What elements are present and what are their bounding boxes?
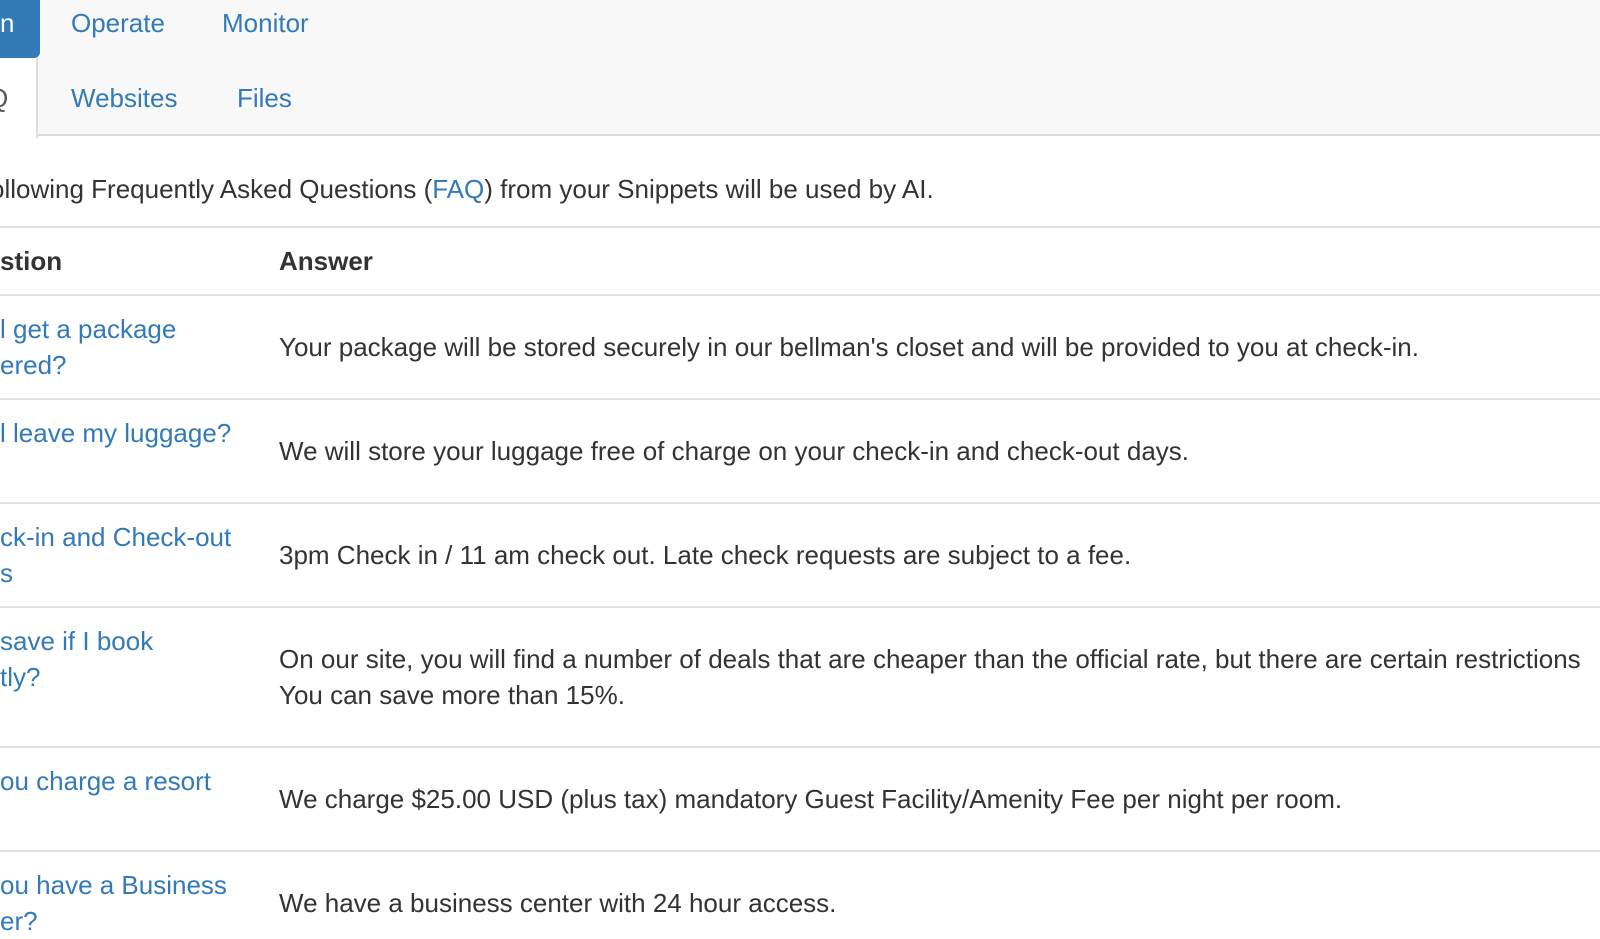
subtab-faq-label: Q [0,58,8,138]
answer-line: We charge $25.00 USD (plus tax) mandator… [279,784,1343,814]
header-divider [0,294,1600,296]
row-divider [0,746,1600,748]
faq-answer: 3pm Check in / 11 am check out. Late che… [279,537,1131,573]
nav-pill-label: n [0,8,15,38]
answer-line: 3pm Check in / 11 am check out. Late che… [279,540,1132,570]
intro-suffix: ) from your Snippets will be used by AI. [484,174,934,204]
row-divider [0,850,1600,852]
answer-line: Your package will be stored securely in … [279,332,1419,362]
faq-question-link[interactable]: ck-in and Check-out s [0,519,231,591]
question-line: er? [0,906,38,936]
answer-line: On our site, you will find a number of d… [279,644,1581,674]
subtab-faq-active[interactable]: Q [0,58,38,138]
intro-prefix: ollowing Frequently Asked Questions ( [0,174,433,204]
top-navigation: n Operate Monitor Q Websites Files [0,0,1600,138]
question-line: tly? [0,662,41,692]
nav-monitor[interactable]: Monitor [222,8,309,39]
faq-answer: Your package will be stored securely in … [279,329,1419,365]
question-line: s [0,558,13,588]
faq-answer: We have a business center with 24 hour a… [279,885,836,921]
header-question: stion [0,246,63,276]
faq-question-link[interactable]: l get a package ered? [0,311,176,383]
answer-line: We will store your luggage free of charg… [279,436,1189,466]
question-line: ou charge a resort [0,766,212,796]
question-line: l get a package [0,314,177,344]
question-line: ck-in and Check-out [0,522,232,552]
row-divider [0,502,1600,504]
nav-operate[interactable]: Operate [71,8,165,39]
faq-answer: We charge $25.00 USD (plus tax) mandator… [279,781,1342,817]
question-line: save if I book [0,626,154,656]
question-line: ered? [0,350,67,380]
header-answer: Answer [279,246,373,276]
faq-intro-text: ollowing Frequently Asked Questions (FAQ… [0,174,934,205]
faq-answer: On our site, you will find a number of d… [279,641,1581,713]
answer-line: You can save more than 15%. [279,680,625,710]
faq-question-link[interactable]: l leave my luggage? [0,415,231,451]
row-divider [0,606,1600,608]
question-line: ou have a Business [0,870,227,900]
faq-answer: We will store your luggage free of charg… [279,433,1189,469]
faq-question-link[interactable]: save if I book tly? [0,623,153,695]
subtab-websites[interactable]: Websites [71,83,177,114]
answer-line: We have a business center with 24 hour a… [279,888,837,918]
faq-question-link[interactable]: ou have a Business er? [0,867,227,939]
faq-question-link[interactable]: ou charge a resort [0,763,211,799]
question-line: l leave my luggage? [0,418,232,448]
table-top-border [0,226,1600,228]
subtab-files[interactable]: Files [237,83,292,114]
faq-link[interactable]: FAQ [432,174,484,204]
row-divider [0,398,1600,400]
nav-pill-active[interactable]: n [0,0,40,58]
